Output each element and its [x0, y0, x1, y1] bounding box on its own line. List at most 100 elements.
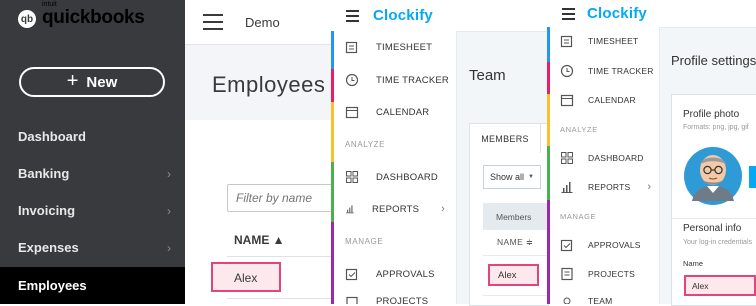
sidebar-item-time-tracker[interactable]: TIME TRACKER	[560, 64, 654, 78]
sidebar-item-dashboard[interactable]: Dashboard	[0, 118, 185, 155]
clockify-header	[547, 0, 756, 28]
sidebar-item-dashboard[interactable]: DASHBOARD	[345, 170, 438, 184]
accent-strip	[547, 62, 550, 94]
new-button-label: New	[86, 73, 118, 91]
accent-strip	[547, 200, 550, 304]
sidebar-item-timesheet[interactable]: TIMESHEET	[345, 40, 432, 54]
tab-members[interactable]: MEMBERS	[469, 123, 541, 153]
profile-photo-label: Profile photo	[683, 109, 740, 120]
sidebar-item-approvals[interactable]: APPROVALS	[560, 238, 641, 252]
name-field-label: Name	[683, 259, 704, 268]
new-button[interactable]: + New	[19, 67, 165, 97]
divider	[227, 298, 331, 299]
dashboard-icon	[346, 171, 358, 183]
sidebar-item-reports[interactable]: REPORTS ›	[560, 180, 651, 194]
divider	[671, 218, 756, 219]
bar-chart-icon	[346, 205, 354, 214]
accent-strip	[331, 162, 334, 222]
sidebar-item-calendar[interactable]: CALENDAR	[560, 93, 636, 107]
sidebar-item-dashboard[interactable]: DASHBOARD	[560, 151, 644, 165]
calendar-icon	[345, 106, 359, 119]
company-name: Demo	[245, 15, 280, 30]
sidebar-item-label: Expenses	[18, 240, 79, 255]
sidebar-item-time-tracker[interactable]: TIME TRACKER	[345, 73, 449, 87]
sidebar-item-label: Employees	[18, 278, 87, 293]
table-row[interactable]: Alex	[488, 264, 539, 286]
qb-badge-icon: qb	[18, 10, 36, 28]
table-row[interactable]: Alex	[211, 262, 281, 292]
personal-info-label: Personal info	[683, 223, 742, 234]
sidebar-item-reports[interactable]: REPORTS ›	[345, 202, 445, 216]
clockify-sidebar	[331, 31, 457, 304]
name-field[interactable]: Alex	[684, 275, 756, 296]
accent-strip	[331, 222, 334, 304]
hamburger-menu-icon[interactable]	[562, 8, 575, 20]
projects-icon	[346, 296, 358, 304]
hamburger-menu-icon[interactable]	[346, 10, 359, 22]
personal-info-hint: Your log-in credentials	[683, 239, 753, 246]
approvals-icon	[560, 239, 573, 252]
clockify-header	[331, 0, 547, 32]
timesheet-icon	[345, 41, 358, 54]
page-title: Profile settings	[671, 53, 756, 68]
sidebar-item-expenses[interactable]: Expenses ›	[0, 229, 185, 266]
accent-strip	[547, 146, 550, 200]
chevron-right-icon: ›	[167, 240, 171, 255]
sidebar-item-banking[interactable]: Banking ›	[0, 155, 185, 192]
filter-by-name-input[interactable]	[227, 184, 337, 212]
chevron-right-icon: ›	[647, 181, 652, 193]
formats-hint: Formats: png, jpg, gif	[683, 124, 749, 131]
sidebar-item-label: Invoicing	[18, 203, 76, 218]
sidebar-item-invoicing[interactable]: Invoicing ›	[0, 192, 185, 229]
intuit-label: intuit	[42, 1, 57, 8]
approvals-icon	[345, 268, 358, 281]
section-analyze: ANALYZE	[560, 125, 598, 134]
avatar[interactable]	[683, 146, 743, 206]
chevron-right-icon: ›	[167, 166, 171, 181]
divider	[227, 256, 331, 257]
team-icon	[563, 297, 571, 304]
sidebar-item-team[interactable]: TEAM	[560, 296, 612, 304]
chevron-right-icon: ›	[167, 203, 171, 218]
clockify-logo[interactable]: Clockify	[587, 5, 647, 22]
page-title: Team	[469, 67, 506, 84]
calendar-icon	[560, 94, 574, 107]
dashboard-icon	[561, 152, 573, 164]
sidebar-item-timesheet[interactable]: TIMESHEET	[560, 34, 638, 48]
projects-icon	[561, 267, 573, 281]
avatar-image	[684, 147, 742, 205]
hamburger-menu-icon[interactable]	[203, 14, 223, 30]
sidebar-item-projects[interactable]: PROJECTS	[345, 296, 428, 304]
dropdown-value: Show all	[490, 172, 525, 182]
accent-strip	[547, 94, 550, 146]
section-manage: MANAGE	[345, 237, 384, 246]
section-analyze: ANALYZE	[345, 140, 386, 149]
bar-chart-icon	[561, 182, 573, 193]
name-column-header[interactable]: NAME ▲	[234, 233, 285, 247]
timesheet-icon	[560, 35, 573, 48]
clock-icon	[560, 64, 574, 78]
show-all-dropdown[interactable]: Show all ▼	[483, 165, 541, 189]
chevron-right-icon: ›	[441, 203, 445, 215]
sidebar-item-employees[interactable]: Employees	[0, 267, 185, 304]
accent-strip	[331, 102, 334, 162]
accent-strip	[331, 31, 334, 69]
divider	[483, 295, 547, 296]
clockify-logo[interactable]: Clockify	[373, 7, 433, 24]
table-caption: Members	[483, 203, 547, 230]
section-manage: MANAGE	[560, 212, 597, 221]
sidebar-item-approvals[interactable]: APPROVALS	[345, 267, 435, 281]
caret-down-icon: ▼	[528, 174, 534, 180]
sidebar-item-projects[interactable]: PROJECTS	[560, 267, 635, 281]
sidebar-item-label: Banking	[18, 166, 70, 181]
quickbooks-logo[interactable]: qb intuit quickbooks	[18, 1, 145, 30]
brand-name: quickbooks	[42, 7, 145, 28]
sidebar-item-label: Dashboard	[18, 129, 86, 144]
clock-icon	[345, 73, 359, 87]
sidebar-item-calendar[interactable]: CALENDAR	[345, 105, 429, 119]
upload-photo-button[interactable]	[749, 166, 756, 188]
accent-strip	[331, 69, 334, 102]
page-title: Employees	[212, 72, 326, 97]
name-column-header[interactable]: NAME ≑	[483, 230, 547, 256]
accent-strip	[547, 27, 550, 62]
